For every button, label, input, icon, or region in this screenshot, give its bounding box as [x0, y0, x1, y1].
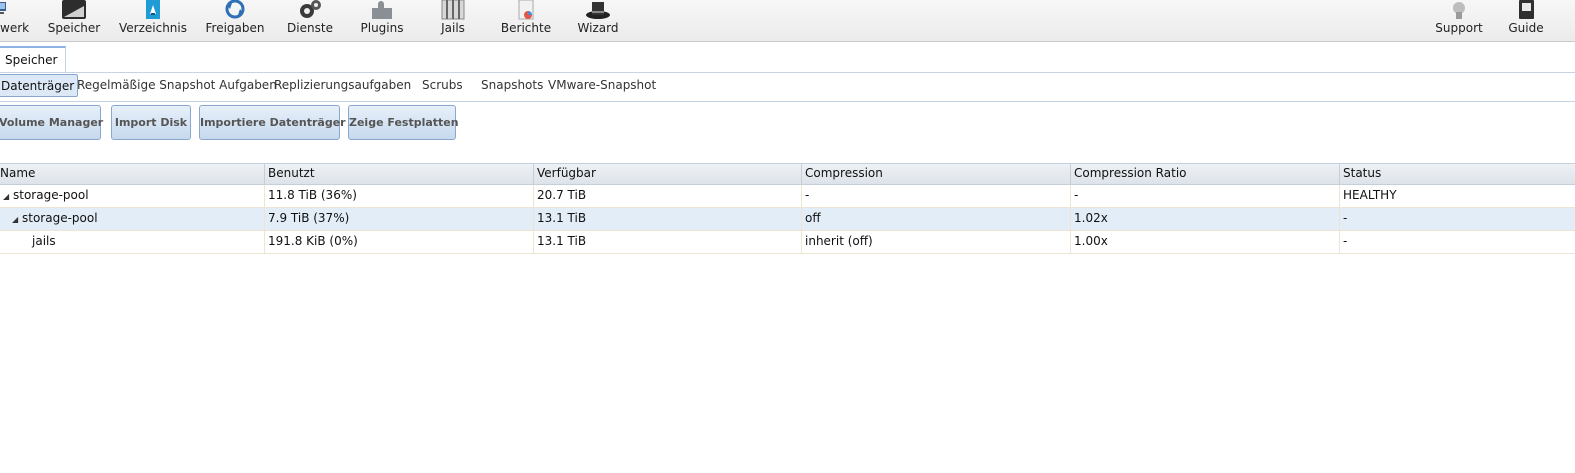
- column-header-compression[interactable]: Compression: [802, 164, 1071, 184]
- row-status: HEALTHY: [1343, 188, 1397, 202]
- table-row[interactable]: ◢ storage-pool 11.8 TiB (36%) 20.7 TiB - …: [0, 185, 1575, 208]
- subtab-scrubs[interactable]: Scrubs: [422, 74, 463, 97]
- row-compression: -: [802, 185, 1071, 207]
- toolbar-item-guide[interactable]: Guide: [1504, 0, 1548, 41]
- row-compression-ratio: 1.02x: [1071, 208, 1340, 230]
- subtab-periodic-snapshot[interactable]: Regelmäßige Snapshot Aufgaben: [77, 74, 277, 97]
- toolbar-item-verzeichnis[interactable]: Verzeichnis: [116, 0, 190, 41]
- column-header-name[interactable]: Name: [0, 164, 265, 184]
- column-header-compression-ratio[interactable]: Compression Ratio: [1071, 164, 1340, 184]
- column-header-available[interactable]: Verfügbar: [534, 164, 802, 184]
- toolbar-item-freigaben[interactable]: Freigaben: [202, 0, 268, 41]
- expand-triangle-icon[interactable]: ◢: [3, 187, 13, 207]
- toolbar-item-network[interactable]: werk: [0, 0, 40, 41]
- reports-icon: [518, 0, 534, 20]
- support-icon: [1453, 2, 1465, 19]
- row-compression: inherit (off): [802, 231, 1071, 253]
- main-tab-bar: Speicher: [0, 42, 1575, 73]
- row-used: 11.8 TiB (36%): [265, 185, 534, 207]
- subtab-replication[interactable]: Replizierungsaufgaben: [274, 74, 411, 97]
- row-name-cell: ◢ storage-pool: [0, 185, 265, 207]
- wizard-icon: [586, 2, 610, 19]
- toolbar-item-plugins[interactable]: Plugins: [356, 0, 408, 41]
- table-header: Name Benutzt Verfügbar Compression Compr…: [0, 163, 1575, 185]
- row-available: 13.1 TiB: [534, 231, 802, 253]
- services-icon: [300, 0, 321, 18]
- row-status: -: [1343, 234, 1348, 248]
- volume-manager-button[interactable]: Volume Manager: [0, 105, 103, 140]
- toolbar-item-dienste[interactable]: Dienste: [284, 0, 336, 41]
- row-compression: off: [802, 208, 1071, 230]
- plugins-icon: [372, 1, 392, 19]
- import-disk-button[interactable]: Import Disk: [111, 105, 191, 140]
- tab-speicher[interactable]: Speicher: [0, 46, 66, 72]
- row-status: -: [1343, 211, 1348, 225]
- column-header-used[interactable]: Benutzt: [265, 164, 534, 184]
- sharing-icon: [225, 0, 245, 19]
- row-name: storage-pool: [13, 188, 89, 202]
- expand-triangle-icon[interactable]: ◢: [12, 210, 22, 230]
- row-name: jails: [0, 231, 265, 253]
- guide-icon: [1519, 0, 1534, 19]
- row-compression-ratio: 1.00x: [1071, 231, 1340, 253]
- row-used: 7.9 TiB (37%): [265, 208, 534, 230]
- row-compression-ratio: -: [1071, 185, 1340, 207]
- table-row[interactable]: ◢ storage-pool 7.9 TiB (37%) 13.1 TiB off…: [0, 208, 1575, 231]
- row-name: storage-pool: [22, 211, 98, 225]
- view-disks-button[interactable]: Zeige Festplatten: [348, 105, 459, 140]
- toolbar-item-jails[interactable]: Jails: [432, 0, 474, 41]
- directory-icon: [146, 0, 160, 19]
- row-used: 191.8 KiB (0%): [265, 231, 534, 253]
- storage-icon: [62, 0, 86, 19]
- toolbar-item-berichte[interactable]: Berichte: [496, 0, 556, 41]
- row-available: 13.1 TiB: [534, 208, 802, 230]
- jails-icon: [441, 0, 465, 20]
- toolbar-item-support[interactable]: Support: [1430, 0, 1488, 41]
- volumes-table: Name Benutzt Verfügbar Compression Compr…: [0, 163, 1575, 254]
- import-volume-button[interactable]: Importiere Datenträger: [199, 105, 346, 140]
- network-icon: [0, 2, 6, 14]
- column-header-status[interactable]: Status: [1340, 164, 1575, 184]
- table-row[interactable]: jails 191.8 KiB (0%) 13.1 TiB inherit (o…: [0, 231, 1575, 254]
- row-name-cell: ◢ storage-pool: [0, 208, 265, 230]
- row-available: 20.7 TiB: [534, 185, 802, 207]
- top-toolbar: werk Speicher Verzeichnis Freigaben Dien…: [0, 0, 1575, 42]
- subtab-snapshots[interactable]: Snapshots: [481, 74, 543, 97]
- subtab-bar: Datenträger Regelmäßige Snapshot Aufgabe…: [0, 73, 1575, 102]
- toolbar-item-wizard[interactable]: Wizard: [572, 0, 624, 41]
- subtab-vmware-snapshot[interactable]: VMware-Snapshot: [548, 74, 656, 97]
- toolbar-item-speicher[interactable]: Speicher: [44, 0, 104, 41]
- subtab-datentraeger[interactable]: Datenträger: [0, 74, 79, 97]
